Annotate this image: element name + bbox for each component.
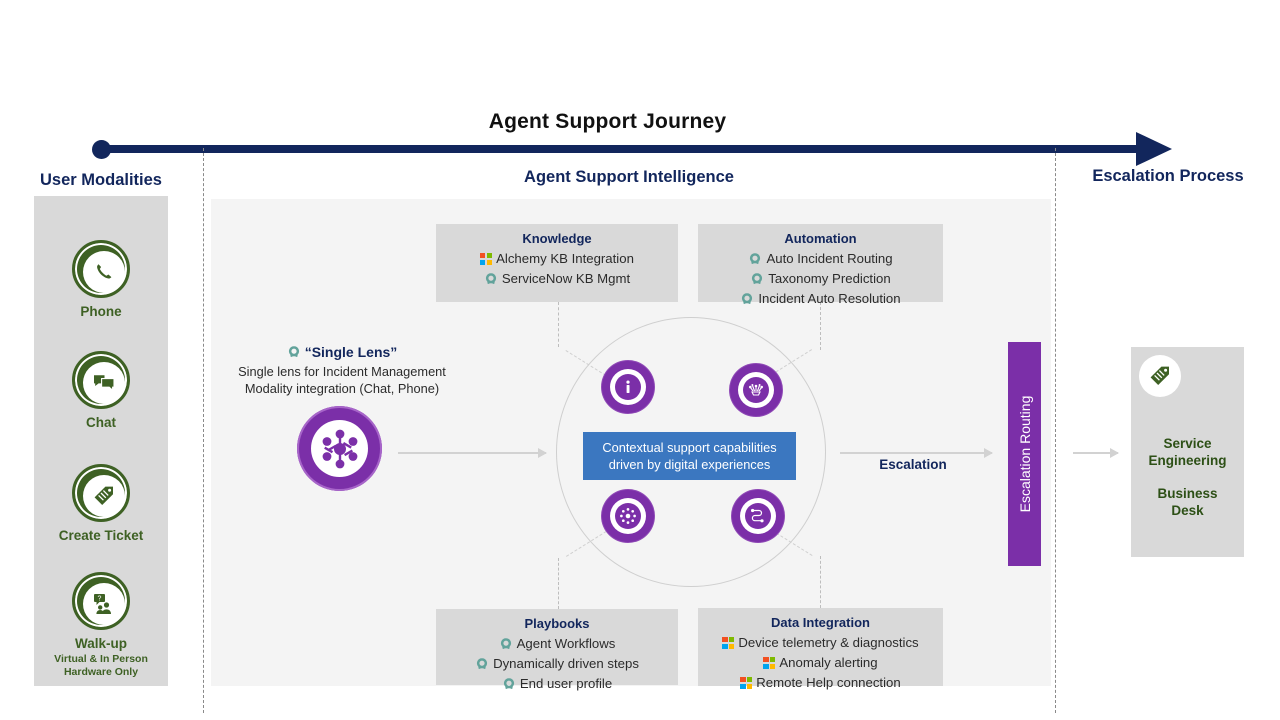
destination-card-service-engineering[interactable]: Service Engineering Business Desk [1131,347,1244,557]
modality-item-walk-up[interactable]: ? Walk-up Virtual & In Person Hardware O… [34,572,168,679]
center-banner: Contextual support capabilities driven b… [583,432,796,480]
card-title: Knowledge [522,231,592,246]
servicenow-logo-icon [475,657,489,671]
single-lens-title: “Single Lens” [222,344,462,360]
card-item-label: Auto Incident Routing [766,251,893,266]
svg-text:?: ? [98,596,102,603]
modality-item-create-ticket[interactable]: Create Ticket [34,464,168,544]
connector-playbooks [558,558,559,609]
microsoft-logo-icon [763,657,776,669]
modality-item-phone[interactable]: Phone [34,240,168,320]
arrow-lens-to-circle [398,448,547,458]
hub-network-icon[interactable] [297,406,382,491]
column-divider-left [203,148,204,713]
card-item-label: Anomaly alerting [779,655,878,670]
diagram-canvas: Agent Support Journey User Modalities Ag… [0,0,1280,720]
servicenow-logo-icon [502,677,516,691]
modality-label: Chat [86,415,116,430]
servicenow-logo-icon [484,272,498,286]
cycle-dots-icon[interactable] [602,490,654,542]
destination-label-line1: Service [1163,436,1212,451]
flow-path-icon[interactable] [732,490,784,542]
card-item: Incident Auto Resolution [698,289,943,309]
single-lens-desc-line1: Single lens for Incident Management [238,364,446,379]
modality-sublabel-line2: Hardware Only [63,666,139,679]
modality-item-chat[interactable]: Chat [34,351,168,431]
destination-label2-line2: Desk [1171,503,1204,518]
column-divider-right [1055,148,1056,713]
center-banner-line2: driven by digital experiences [608,457,771,472]
single-lens-description: Single lens for Incident Management Moda… [212,363,472,397]
card-item: Dynamically driven steps [436,654,678,674]
destination-label2-line1: Business [1157,486,1218,501]
card-data-integration[interactable]: Data Integration Device telemetry & diag… [698,608,943,690]
microsoft-logo-icon [480,253,493,265]
modality-label: Walk-up [75,636,127,651]
modality-sublabel-line1: Virtual & In Person [54,652,148,665]
card-title: Automation [784,231,857,246]
journey-arrow-head-icon [1136,132,1172,166]
ai-brain-network-icon[interactable] [730,364,782,416]
card-item-label: ServiceNow KB Mgmt [501,271,631,286]
chat-icon [72,351,130,409]
card-item-label: Agent Workflows [516,636,616,651]
card-item: Auto Incident Routing [698,249,943,269]
card-item-label: Alchemy KB Integration [496,251,634,266]
card-item-label: End user profile [519,676,613,691]
card-item: Alchemy KB Integration [436,249,678,269]
ticket-tag-icon [1139,355,1217,421]
walk-up-people-icon: ? [72,572,130,630]
arrow-escalation-to-destination [1073,448,1119,458]
connector-automation [820,302,821,350]
card-item-label: Taxonomy Prediction [768,271,891,286]
destination-label-line2: Engineering [1148,453,1227,468]
card-item: Device telemetry & diagnostics [698,633,943,653]
phone-icon [72,240,130,298]
servicenow-logo-icon [287,345,301,359]
page-title: Agent Support Journey [488,110,727,133]
servicenow-logo-icon [499,637,513,651]
escalation-arrow-label: Escalation [879,457,947,472]
column-heading-agent-support-intelligence: Agent Support Intelligence [524,168,734,186]
card-item: Anomaly alerting [698,653,943,673]
card-title: Data Integration [771,615,870,630]
card-item-label: Remote Help connection [756,675,901,690]
card-item: Remote Help connection [698,673,943,693]
modality-label: Create Ticket [58,528,144,543]
escalation-routing-label: Escalation Routing [1016,395,1033,513]
servicenow-logo-icon [740,292,754,306]
servicenow-logo-icon [750,272,764,286]
card-title: Playbooks [524,616,590,631]
ticket-tag-icon [72,464,130,522]
card-item: Taxonomy Prediction [698,269,943,289]
card-item: End user profile [436,674,678,694]
single-lens-label: “Single Lens” [304,344,398,360]
card-item-label: Dynamically driven steps [493,656,639,671]
microsoft-logo-icon [722,637,735,649]
connector-knowledge [558,302,559,347]
escalation-routing-bar[interactable]: Escalation Routing [1008,342,1041,566]
info-circle-icon[interactable] [602,361,654,413]
microsoft-logo-icon [740,677,753,689]
card-item: Agent Workflows [436,634,678,654]
card-automation[interactable]: Automation Auto Incident Routing Taxonom… [698,224,943,306]
journey-arrow-line [100,145,1145,153]
card-item: ServiceNow KB Mgmt [436,269,678,289]
center-banner-line1: Contextual support capabilities [602,440,777,455]
connector-data-integration [820,556,821,608]
card-knowledge[interactable]: Knowledge Alchemy KB Integration Service… [436,224,678,302]
servicenow-logo-icon [748,252,762,266]
card-playbooks[interactable]: Playbooks Agent Workflows Dynamically dr… [436,609,678,691]
modality-label: Phone [80,304,122,319]
column-heading-user-modalities: User Modalities [40,171,162,189]
card-item-label: Incident Auto Resolution [758,291,901,306]
column-heading-escalation-process: Escalation Process [1092,167,1244,185]
arrow-circle-to-escalation [840,448,993,458]
card-item-label: Device telemetry & diagnostics [738,635,919,650]
single-lens-desc-line2: Modality integration (Chat, Phone) [244,381,440,396]
